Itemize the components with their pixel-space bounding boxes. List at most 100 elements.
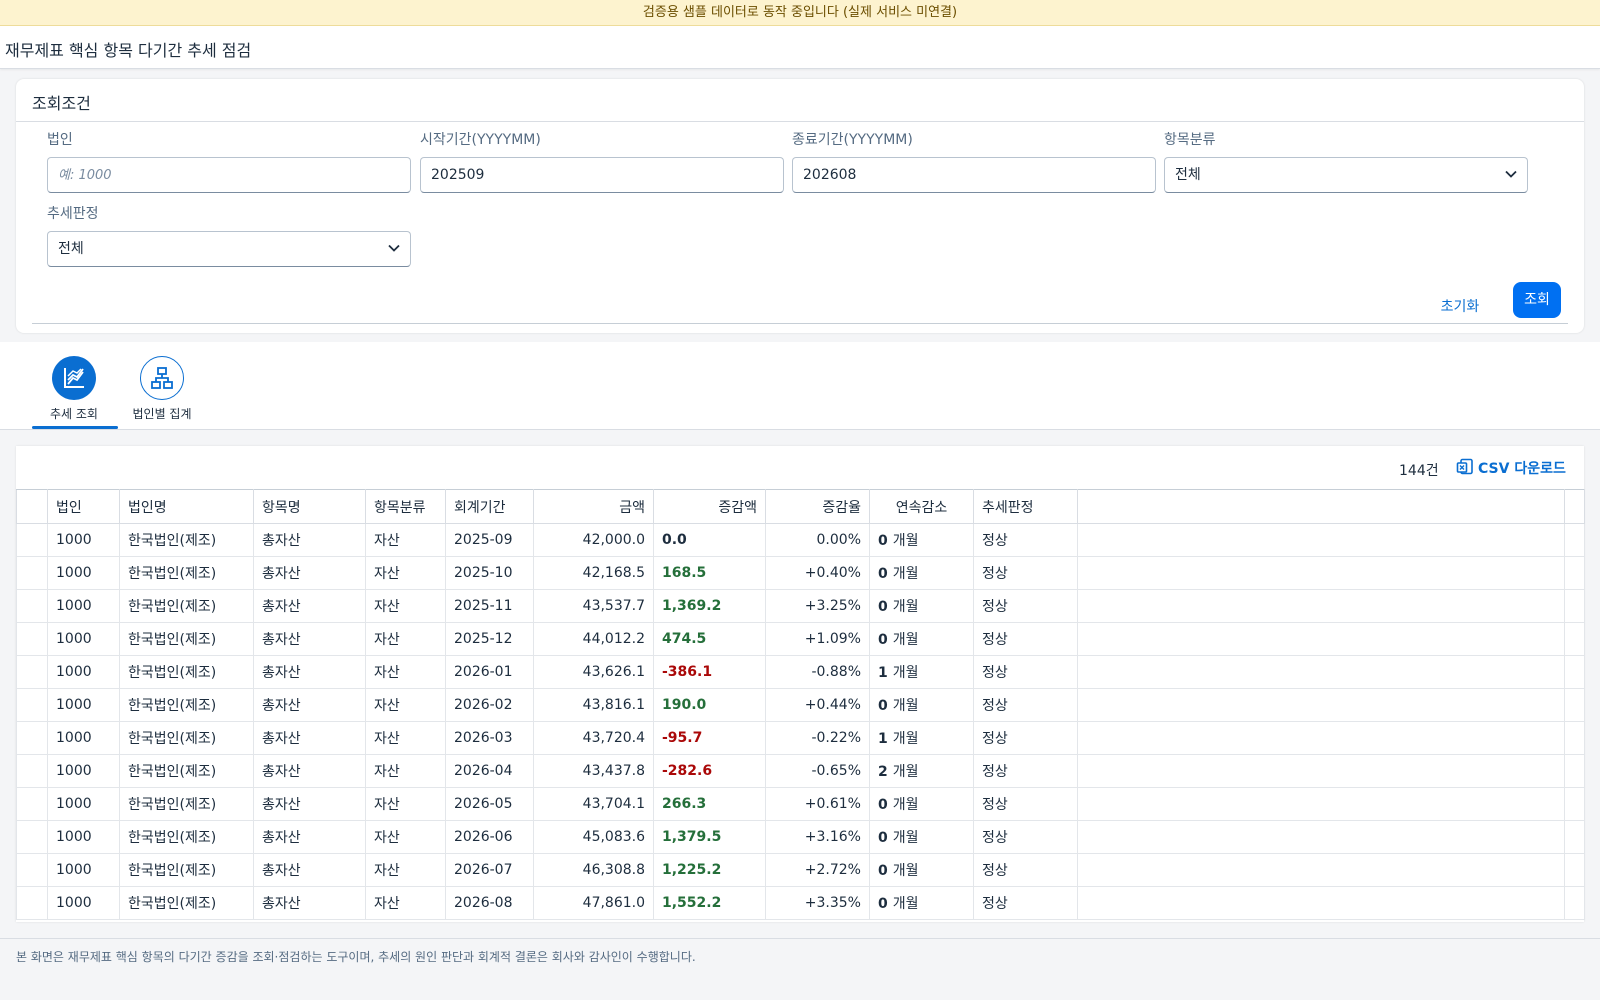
- tab-trend-query[interactable]: 추세 조회: [32, 342, 118, 430]
- table-row[interactable]: 1000 한국법인(제조) 총자산 자산 2026-05 43,704.1 266.3 +0.…: [16, 787, 1585, 821]
- period-cell: 2026-05: [445, 787, 534, 821]
- chevron-down-icon: [388, 244, 400, 252]
- col-header[interactable]: 금액: [533, 489, 654, 524]
- change-rate-cell: +0.61%: [765, 787, 870, 821]
- period-cell: 2025-12: [445, 622, 534, 656]
- col-header[interactable]: 항목분류: [365, 489, 446, 524]
- change-amount-value: 190.0: [662, 697, 707, 713]
- category-select[interactable]: 전체: [1164, 157, 1528, 193]
- col-header[interactable]: 연속감소: [869, 489, 974, 524]
- corp-code-cell: 1000: [47, 589, 120, 623]
- item-name-cell: 총자산: [253, 589, 366, 623]
- start-period-input[interactable]: 202509: [420, 157, 784, 193]
- item-category-cell: 자산: [365, 787, 446, 821]
- end-period-input[interactable]: 202608: [792, 157, 1156, 193]
- filler-cell: [1077, 820, 1565, 854]
- filler-cell: [1077, 688, 1565, 722]
- corp-code-cell: 1000: [47, 754, 120, 788]
- scrollbar-cell: [1564, 853, 1585, 887]
- trend-judgement-cell: 정상: [973, 556, 1078, 590]
- table-row[interactable]: 1000 한국법인(제조) 총자산 자산 2026-06 45,083.6 1,379.5 +…: [16, 820, 1585, 854]
- tab-label: 추세 조회: [50, 407, 98, 421]
- trend-field: 추세판정 전체: [47, 203, 411, 267]
- table-row[interactable]: 1000 한국법인(제조) 총자산 자산 2025-10 42,168.5 168.5 +0.…: [16, 556, 1585, 590]
- row-selector-cell: [16, 820, 48, 854]
- corp-code-cell: 1000: [47, 622, 120, 656]
- period-cell: 2025-10: [445, 556, 534, 590]
- tab-label: 법인별 집계: [132, 407, 192, 421]
- start-period-field: 시작기간(YYYYMM) 202509: [420, 129, 784, 193]
- change-amount-value: 266.3: [662, 796, 707, 812]
- table-row[interactable]: 1000 한국법인(제조) 총자산 자산 2026-04 43,437.8 -282.6 -0…: [16, 754, 1585, 788]
- change-amount-cell: 0.0: [653, 523, 766, 557]
- filler-cell: [1077, 622, 1565, 656]
- filler-cell: [1077, 523, 1565, 557]
- corp-input[interactable]: [58, 159, 400, 192]
- decline-count: 0: [878, 632, 888, 648]
- scrollbar-cell: [1564, 688, 1585, 722]
- consecutive-decline-cell: 0 개월: [869, 622, 974, 656]
- filler-cell: [1077, 655, 1565, 689]
- decline-count: 0: [878, 698, 888, 714]
- col-header[interactable]: 회계기간: [445, 489, 534, 524]
- col-header[interactable]: 법인명: [119, 489, 254, 524]
- period-cell: 2026-07: [445, 853, 534, 887]
- col-header[interactable]: 증감액: [653, 489, 766, 524]
- corp-name-cell: 한국법인(제조): [119, 886, 254, 920]
- table-row[interactable]: 1000 한국법인(제조) 총자산 자산 2026-02 43,816.1 190.0 +0.…: [16, 688, 1585, 722]
- trend-judgement-cell: 정상: [973, 853, 1078, 887]
- panel-divider: [16, 121, 1584, 122]
- corp-input-box[interactable]: [47, 157, 411, 193]
- consecutive-decline-cell: 0 개월: [869, 523, 974, 557]
- decline-count: 2: [878, 764, 888, 780]
- amount-cell: 44,012.2: [533, 622, 654, 656]
- row-selector-cell: [16, 787, 48, 821]
- corp-code-cell: 1000: [47, 688, 120, 722]
- tab-corp-summary[interactable]: 법인별 집계: [120, 342, 204, 430]
- table-row[interactable]: 1000 한국법인(제조) 총자산 자산 2025-12 44,012.2 474.5 +1.…: [16, 622, 1585, 656]
- trend-judgement-cell: 정상: [973, 886, 1078, 920]
- corp-name-cell: 한국법인(제조): [119, 721, 254, 755]
- trend-select[interactable]: 전체: [47, 231, 411, 267]
- col-header[interactable]: 증감율: [765, 489, 870, 524]
- corp-code-cell: 1000: [47, 655, 120, 689]
- period-cell: 2025-11: [445, 589, 534, 623]
- item-name-cell: 총자산: [253, 622, 366, 656]
- corp-name-cell: 한국법인(제조): [119, 589, 254, 623]
- table-row[interactable]: 1000 한국법인(제조) 총자산 자산 2026-03 43,720.4 -95.7 -0.…: [16, 721, 1585, 755]
- change-amount-cell: -282.6: [653, 754, 766, 788]
- table-row[interactable]: 1000 한국법인(제조) 총자산 자산 2025-09 42,000.0 0.0 0.00%…: [16, 523, 1585, 557]
- col-header[interactable]: 법인: [47, 489, 120, 524]
- consecutive-decline-cell: 1 개월: [869, 721, 974, 755]
- scrollbar-cell: [1564, 820, 1585, 854]
- row-selector-header: [16, 489, 48, 524]
- decline-unit: 개월: [892, 797, 919, 813]
- table-row[interactable]: 1000 한국법인(제조) 총자산 자산 2026-07 46,308.8 1,225.2 +…: [16, 853, 1585, 887]
- reset-button[interactable]: 초기화: [1428, 291, 1492, 323]
- search-button[interactable]: 조회: [1513, 282, 1561, 318]
- table-row[interactable]: 1000 한국법인(제조) 총자산 자산 2026-01 43,626.1 -386.1 -0…: [16, 655, 1585, 689]
- table-row[interactable]: 1000 한국법인(제조) 총자산 자산 2026-08 47,861.0 1,552.2 +…: [16, 886, 1585, 920]
- filler-cell: [1077, 754, 1565, 788]
- csv-download-button[interactable]: CSV 다운로드: [1456, 458, 1566, 478]
- change-amount-cell: 190.0: [653, 688, 766, 722]
- item-name-cell: 총자산: [253, 787, 366, 821]
- table-row[interactable]: 1000 한국법인(제조) 총자산 자산 2025-11 43,537.7 1,369.2 +…: [16, 589, 1585, 623]
- corp-code-cell: 1000: [47, 787, 120, 821]
- trend-label: 추세판정: [47, 206, 99, 222]
- decline-unit: 개월: [892, 764, 919, 780]
- decline-unit: 개월: [892, 599, 919, 615]
- scrollbar-cell: [1564, 556, 1585, 590]
- decline-count: 0: [878, 830, 888, 846]
- col-header[interactable]: 추세판정: [973, 489, 1078, 524]
- filler-cell: [1077, 589, 1565, 623]
- scrollbar-cell: [1564, 655, 1585, 689]
- change-amount-value: 1,225.2: [662, 862, 722, 878]
- category-select-value: 전체: [1175, 167, 1201, 183]
- col-header[interactable]: 항목명: [253, 489, 366, 524]
- end-period-label: 종료기간(YYYYMM): [792, 132, 913, 148]
- period-cell: 2026-01: [445, 655, 534, 689]
- scrollbar-cell: [1564, 622, 1585, 656]
- change-amount-cell: 1,369.2: [653, 589, 766, 623]
- item-name-cell: 총자산: [253, 556, 366, 590]
